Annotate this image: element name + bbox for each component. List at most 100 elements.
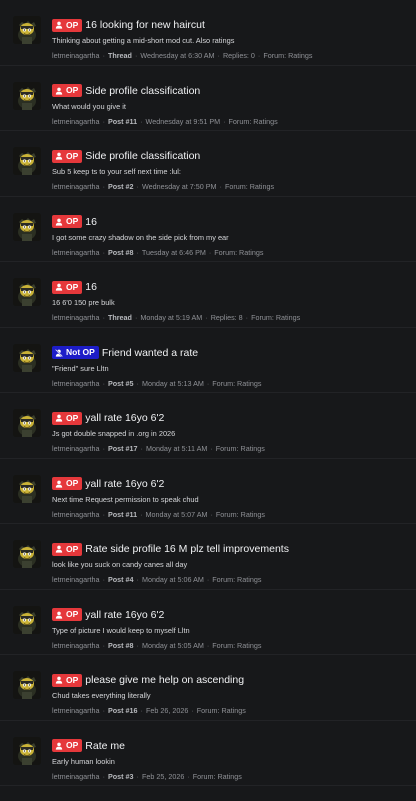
user-icon: [55, 21, 66, 29]
meta-separator: ·: [245, 313, 249, 322]
meta-separator: ·: [140, 116, 143, 126]
user-avatar[interactable]: [13, 278, 41, 306]
author-link[interactable]: letmeinagartha: [52, 379, 100, 388]
forum-link[interactable]: Forum: Ratings: [212, 379, 261, 388]
author-link[interactable]: letmeinagartha: [52, 510, 100, 519]
content-type: Thread: [107, 313, 132, 322]
content-type: Post #4: [107, 575, 134, 584]
result-item: OP 16 I got some crazy shadow on the sid…: [0, 197, 416, 262]
result-title-link[interactable]: Friend wanted a rate: [102, 347, 198, 359]
forum-link[interactable]: Forum: Ratings: [212, 641, 261, 650]
meta-separator: ·: [102, 575, 105, 584]
op-badge: OP: [52, 215, 83, 228]
badge-label: OP: [66, 740, 79, 750]
user-avatar[interactable]: [13, 16, 41, 44]
user-icon: [55, 742, 66, 750]
user-avatar[interactable]: [13, 736, 41, 765]
result-item: OP Side profile classification What woul…: [0, 66, 416, 131]
meta-separator: ·: [136, 182, 139, 191]
cartoon-avatar-icon: [13, 671, 41, 699]
user-avatar[interactable]: [13, 212, 41, 241]
post-date: Feb 26, 2026: [145, 706, 189, 715]
forum-link[interactable]: Forum: Ratings: [225, 182, 274, 191]
meta-separator: ·: [102, 771, 105, 781]
result-title-link[interactable]: 16: [85, 281, 97, 293]
result-meta: letmeinagartha · Post #16 · Feb 26, 2026…: [52, 706, 412, 715]
result-title-link[interactable]: Rate me: [85, 740, 125, 752]
result-meta: letmeinagartha · Post #4 · Monday at 5:0…: [52, 575, 412, 584]
result-snippet: Sub 5 keep ts to your self next time :lu…: [52, 167, 181, 176]
author-link[interactable]: letmeinagartha: [52, 575, 100, 584]
forum-link[interactable]: Forum: Ratings: [197, 706, 246, 715]
result-item: OP 16 looking for new haircut Thinking a…: [0, 0, 416, 66]
forum-link[interactable]: Forum: Ratings: [263, 51, 312, 60]
content-type: Post #2: [107, 182, 134, 191]
user-avatar[interactable]: [13, 81, 41, 110]
user-icon: [55, 152, 66, 160]
result-snippet: Chud takes everything literally: [52, 691, 151, 700]
result-title-link[interactable]: yall rate 16yo 6'2: [85, 609, 164, 621]
post-date: Tuesday at 6:46 PM: [141, 247, 206, 257]
meta-separator: ·: [140, 444, 143, 453]
result-title-link[interactable]: 16: [85, 216, 97, 228]
user-avatar[interactable]: [13, 474, 41, 503]
badge-label: OP: [66, 150, 79, 161]
forum-link[interactable]: Forum: Ratings: [214, 248, 263, 257]
op-badge: OP: [52, 149, 83, 163]
author-link[interactable]: letmeinagartha: [52, 772, 100, 781]
cartoon-avatar-icon: [13, 147, 41, 175]
meta-separator: ·: [206, 575, 210, 584]
result-title-link[interactable]: Side profile classification: [85, 150, 200, 162]
post-date: Monday at 5:11 AM: [145, 444, 208, 453]
result-title-link[interactable]: 16 looking for new haircut: [85, 19, 205, 31]
user-avatar[interactable]: [13, 671, 41, 699]
forum-link[interactable]: Forum: Ratings: [251, 313, 300, 322]
meta-separator: ·: [102, 378, 105, 388]
author-link[interactable]: letmeinagartha: [52, 51, 100, 60]
badge-label: OP: [66, 216, 79, 226]
result-title-link[interactable]: please give me help on ascending: [85, 674, 244, 686]
user-icon: [55, 87, 66, 95]
cartoon-avatar-icon: [13, 212, 41, 241]
user-avatar[interactable]: [13, 409, 41, 437]
author-link[interactable]: letmeinagartha: [52, 248, 100, 257]
forum-link[interactable]: Forum: Ratings: [229, 117, 278, 126]
meta-separator: ·: [217, 51, 220, 60]
author-link[interactable]: letmeinagartha: [52, 182, 100, 191]
cartoon-avatar-icon: [13, 343, 41, 372]
user-avatar[interactable]: [13, 147, 41, 175]
result-title-link[interactable]: Rate side profile 16 M plz tell improvem…: [85, 543, 289, 555]
user-avatar[interactable]: [13, 605, 41, 634]
post-date: Wednesday at 6:30 AM: [140, 51, 215, 60]
result-snippet: 16 6'0 150 pre bulk: [52, 298, 115, 307]
author-link[interactable]: letmeinagartha: [52, 641, 100, 650]
user-avatar[interactable]: [13, 540, 41, 568]
forum-link[interactable]: Forum: Ratings: [216, 510, 265, 519]
result-title-link[interactable]: yall rate 16yo 6'2: [85, 478, 164, 490]
user-icon: [55, 283, 66, 291]
post-date: Wednesday at 9:51 PM: [145, 116, 221, 126]
content-type: Post #16: [107, 706, 138, 715]
forum-link[interactable]: Forum: Ratings: [216, 444, 265, 453]
author-link[interactable]: letmeinagartha: [52, 706, 100, 715]
user-slash-icon: [55, 348, 66, 357]
result-title-link[interactable]: Side profile classification: [85, 85, 200, 97]
result-meta: letmeinagartha · Thread · Wednesday at 6…: [52, 51, 412, 60]
meta-separator: ·: [191, 706, 194, 715]
meta-separator: ·: [102, 247, 105, 257]
author-link[interactable]: letmeinagartha: [52, 117, 100, 126]
user-avatar[interactable]: [13, 343, 41, 372]
author-link[interactable]: letmeinagartha: [52, 313, 100, 322]
badge-label: Not OP: [66, 347, 95, 357]
result-title-link[interactable]: yall rate 16yo 6'2: [85, 412, 164, 424]
result-title-line: OP 16: [52, 215, 410, 229]
forum-link[interactable]: Forum: Ratings: [193, 772, 242, 781]
result-title-line: Not OP Friend wanted a rate: [52, 346, 410, 360]
author-link[interactable]: letmeinagartha: [52, 444, 100, 453]
result-snippet: Next time Request permission to speak ch…: [52, 494, 199, 504]
meta-separator: ·: [257, 51, 261, 60]
result-snippet: Type of picture I would keep to myself L…: [52, 625, 190, 635]
forum-link[interactable]: Forum: Ratings: [212, 575, 261, 584]
reply-count: Replies: 0: [222, 51, 255, 60]
result-title-line: OP Rate me: [52, 739, 410, 753]
